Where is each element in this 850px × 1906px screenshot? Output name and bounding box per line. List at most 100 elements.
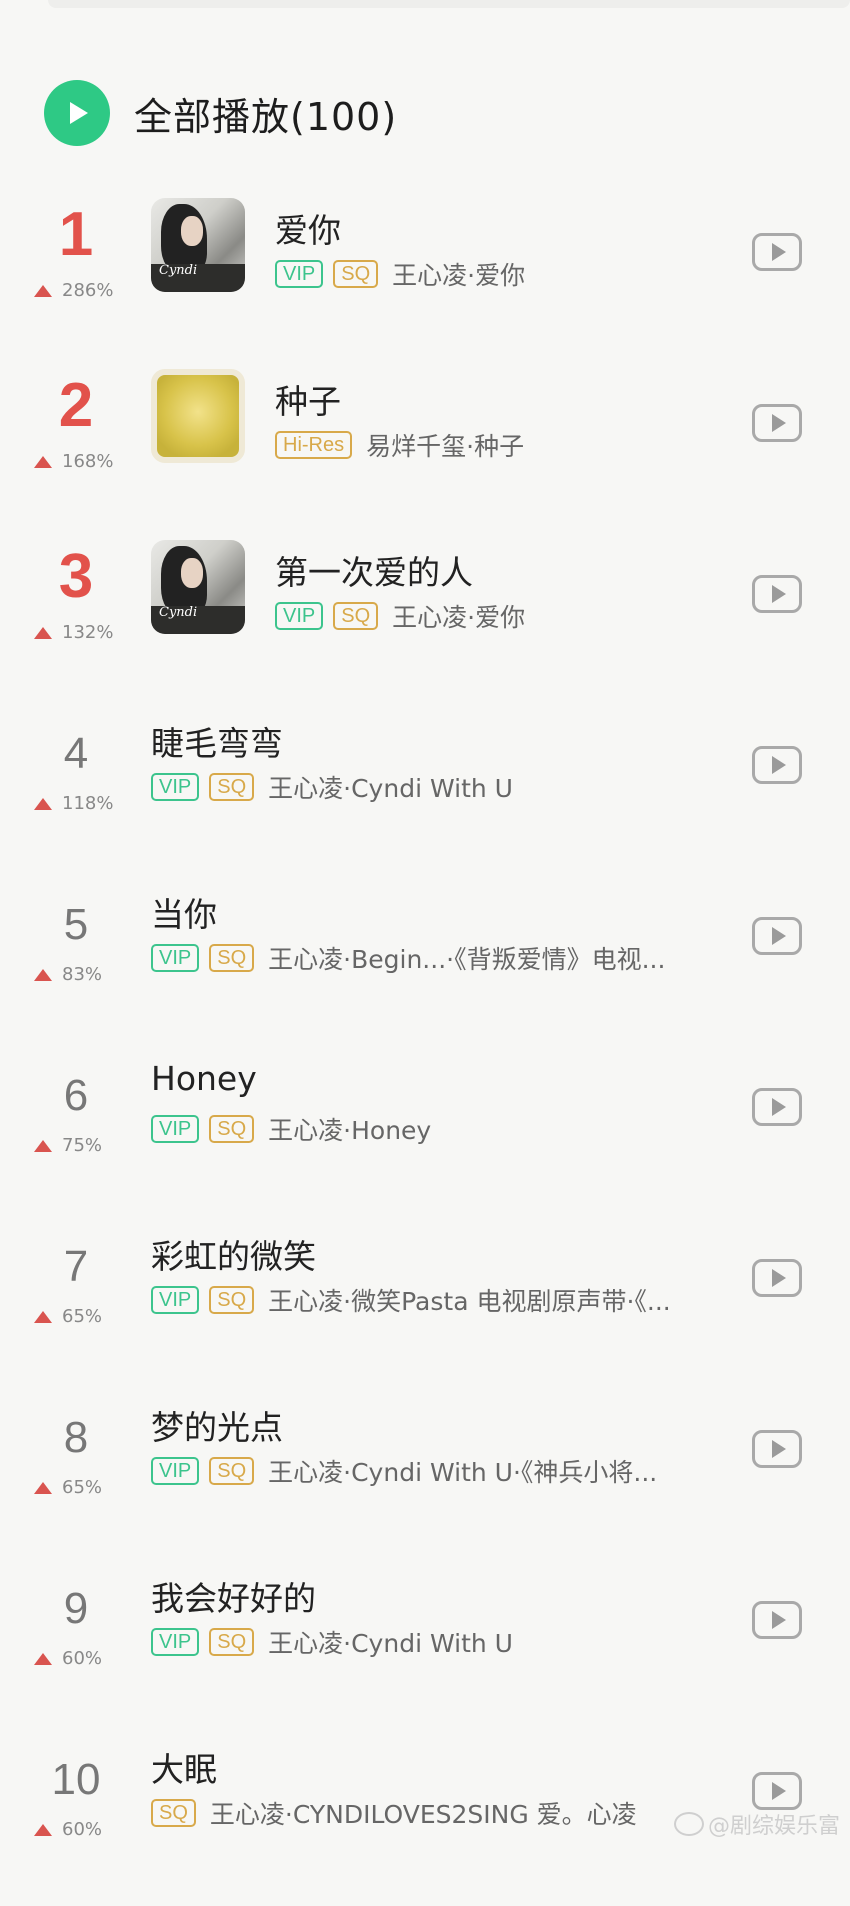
sq-badge: SQ [333,260,379,288]
vip-badge: VIP [275,260,324,288]
trend-indicator: 168% [34,451,144,472]
triangle-up-icon [34,626,52,639]
trend-indicator: 75% [34,1135,144,1156]
watermark-text: @剧综娱乐富 [707,1814,840,1839]
play-square-icon[interactable] [752,746,802,784]
trend-percent: 168% [62,451,114,472]
song-title[interactable]: 第一次爱的人 [275,546,473,594]
artist-album: 王心凌·爱你 [392,261,526,290]
rank-number: 9 [63,1584,89,1633]
trend-percent: 60% [62,1819,103,1840]
song-row[interactable]: 5 83% 当你 VIP SQ 王心凌·Begin...·《背叛爱情》电视... [0,880,850,1051]
song-meta: VIP SQ 王心凌·爱你 [275,256,525,292]
artist-album: 王心凌·Cyndi With U·《神兵小将... [268,1458,658,1487]
play-square-icon[interactable] [752,1088,802,1126]
play-circle-icon[interactable] [44,80,110,146]
song-row[interactable]: 6 75% Honey VIP SQ 王心凌·Honey [0,1051,850,1222]
sq-badge: SQ [151,1799,196,1827]
rank-number: 4 [63,729,89,778]
song-row[interactable]: 2 168% 种子 Hi-Res 易烊千玺·种子 [0,367,850,538]
triangle-up-icon [34,455,52,468]
vip-badge: VIP [151,944,200,972]
triangle-up-icon [34,1310,52,1323]
song-meta: SQ 王心凌·CYNDILOVES2SING 爱。心凌 [151,1795,637,1831]
trend-indicator: 65% [34,1477,144,1498]
triangle-up-icon [34,1139,52,1152]
rank-number: 3 [58,542,94,611]
top-bar-edge [48,0,850,8]
sq-badge: SQ [209,773,255,801]
sq-badge: SQ [209,944,255,972]
play-square-icon[interactable] [752,404,802,442]
sq-badge: SQ [333,602,379,630]
triangle-up-icon [34,968,52,981]
artist-album: 王心凌·Begin...·《背叛爱情》电视... [268,945,666,974]
song-row[interactable]: 3 132% Cyndi 第一次爱的人 VIP SQ 王心凌·爱你 [0,538,850,709]
triangle-up-icon [34,1823,52,1836]
song-title[interactable]: 当你 [151,888,217,936]
artist-album: 王心凌·爱你 [392,603,526,632]
rank-number: 2 [58,371,94,440]
artist-album: 易烊千玺·种子 [366,432,525,461]
play-all-label: 全部播放(100) [134,94,398,139]
trend-percent: 83% [62,964,103,985]
sq-badge: SQ [209,1286,255,1314]
song-title[interactable]: 大眠 [151,1743,217,1791]
vip-badge: VIP [151,1457,200,1485]
vip-badge: VIP [275,602,324,630]
trend-percent: 60% [62,1648,103,1669]
song-row[interactable]: 8 65% 梦的光点 VIP SQ 王心凌·Cyndi With U·《神兵小将..… [0,1393,850,1564]
rank-number: 7 [63,1242,89,1291]
rank-number: 10 [51,1755,101,1804]
play-square-icon[interactable] [752,1259,802,1297]
song-row[interactable]: 1 286% Cyndi 爱你 VIP SQ 王心凌·爱你 [0,196,850,367]
play-square-icon[interactable] [752,1601,802,1639]
album-cover[interactable]: Cyndi [151,198,245,292]
song-meta: VIP SQ 王心凌·Cyndi With U [151,769,513,805]
play-square-icon[interactable] [752,575,802,613]
trend-indicator: 60% [34,1648,144,1669]
rank-number: 6 [63,1071,89,1120]
play-all-button[interactable]: 全部播放(100) [44,78,397,148]
trend-indicator: 83% [34,964,144,985]
song-meta: VIP SQ 王心凌·微笑Pasta 电视剧原声带·《... [151,1282,671,1318]
song-title[interactable]: 我会好好的 [151,1572,316,1620]
play-square-icon[interactable] [752,233,802,271]
song-row[interactable]: 4 118% 睫毛弯弯 VIP SQ 王心凌·Cyndi With U [0,709,850,880]
album-cover[interactable]: Cyndi [151,540,245,634]
vip-badge: VIP [151,1628,200,1656]
album-cover[interactable] [151,369,245,463]
song-title[interactable]: 种子 [275,375,341,423]
song-title[interactable]: 睫毛弯弯 [151,717,283,765]
trend-percent: 132% [62,622,114,643]
song-title[interactable]: 梦的光点 [151,1401,283,1449]
trend-percent: 75% [62,1135,103,1156]
play-square-icon[interactable] [752,1772,802,1810]
sq-badge: SQ [209,1115,255,1143]
song-title[interactable]: 彩虹的微笑 [151,1230,316,1278]
play-square-icon[interactable] [752,917,802,955]
song-title[interactable]: 爱你 [275,204,341,252]
trend-percent: 286% [62,280,114,301]
hires-badge: Hi-Res [275,431,353,459]
song-row[interactable]: 9 60% 我会好好的 VIP SQ 王心凌·Cyndi With U [0,1564,850,1735]
song-meta: VIP SQ 王心凌·Begin...·《背叛爱情》电视... [151,940,665,976]
artist-album: 王心凌·微笑Pasta 电视剧原声带·《... [268,1287,671,1316]
vip-badge: VIP [151,773,200,801]
watermark: @剧综娱乐富 [673,1808,840,1840]
song-meta: VIP SQ 王心凌·Cyndi With U·《神兵小将... [151,1453,657,1489]
vip-badge: VIP [151,1286,200,1314]
trend-indicator: 60% [34,1819,144,1840]
play-square-icon[interactable] [752,1430,802,1468]
artist-album: 王心凌·Cyndi With U [268,1629,513,1658]
trend-indicator: 65% [34,1306,144,1327]
trend-percent: 65% [62,1477,103,1498]
song-title[interactable]: Honey [151,1059,257,1098]
triangle-up-icon [34,284,52,297]
trend-indicator: 132% [34,622,144,643]
triangle-up-icon [34,1652,52,1665]
song-meta: VIP SQ 王心凌·爱你 [275,598,525,634]
song-row[interactable]: 7 65% 彩虹的微笑 VIP SQ 王心凌·微笑Pasta 电视剧原声带·《... [0,1222,850,1393]
trend-indicator: 118% [34,793,144,814]
song-meta: VIP SQ 王心凌·Honey [151,1111,431,1147]
